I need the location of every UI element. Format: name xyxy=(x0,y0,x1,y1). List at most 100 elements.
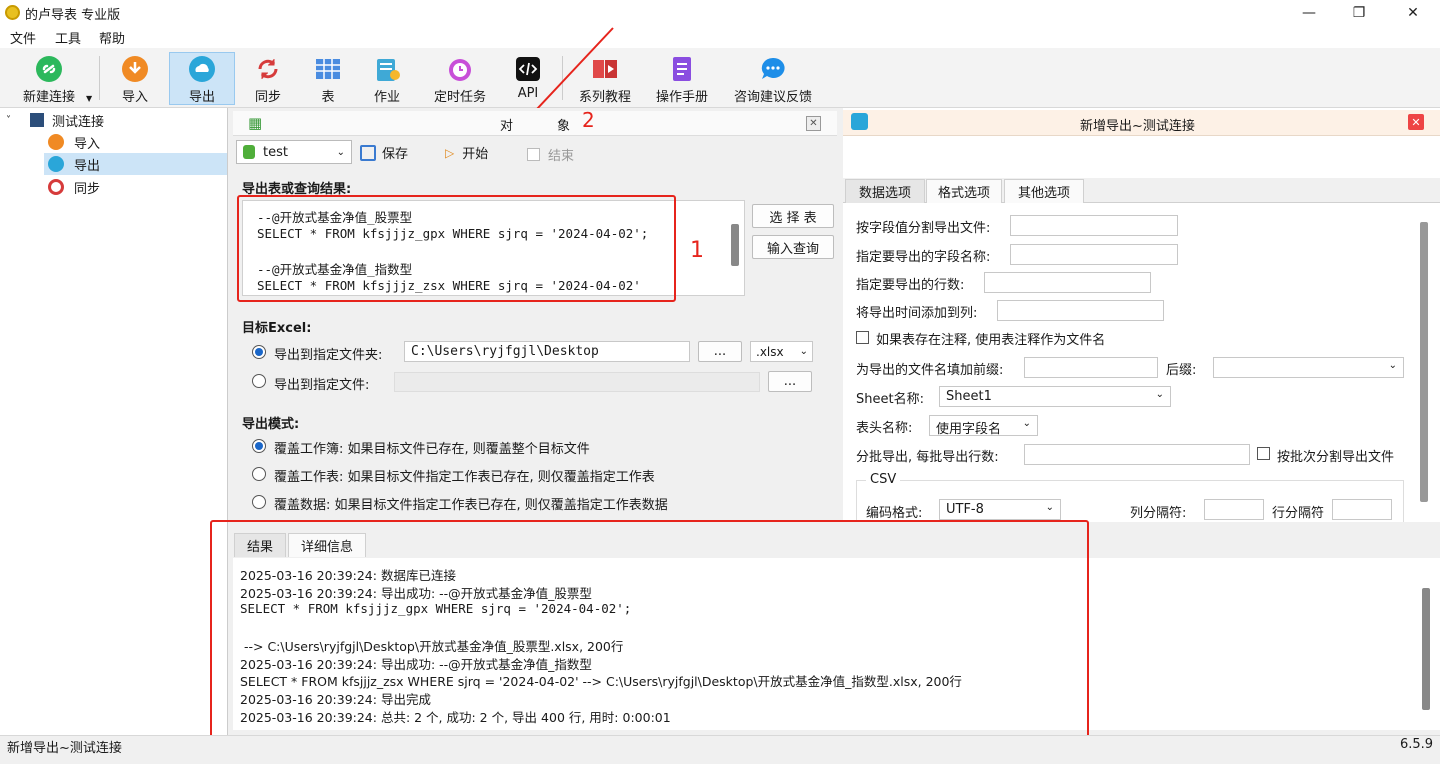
close-tab-icon[interactable]: ✕ xyxy=(806,116,821,131)
tree-item-import[interactable]: 导入 xyxy=(48,131,100,153)
log-scrollbar[interactable] xyxy=(1422,588,1430,710)
suffix-select[interactable]: ⌄ xyxy=(1213,357,1404,378)
overwrite-data-radio[interactable] xyxy=(252,495,266,509)
overwrite-workbook-label: 覆盖工作簿: 如果目标文件已存在, 则覆盖整个目标文件 xyxy=(274,442,590,457)
batch-split-label: 按批次分割导出文件 xyxy=(1277,450,1395,465)
dropdown-arrow-icon[interactable]: ▼ xyxy=(86,94,92,103)
export-to-folder-label: 导出到指定文件夹: xyxy=(274,348,383,363)
fields-input[interactable] xyxy=(1010,244,1178,265)
import-button[interactable]: 导入 xyxy=(106,52,164,105)
folder-path-input[interactable]: C:\Users\ryjfgjl\Desktop xyxy=(404,341,690,362)
export-cloud-icon xyxy=(188,55,216,83)
annotation-box-2 xyxy=(210,520,1089,743)
column-separator-input[interactable] xyxy=(1204,499,1264,520)
feedback-button[interactable]: 咨询建议反馈 xyxy=(728,52,818,105)
object-panel-header xyxy=(233,111,837,136)
job-icon xyxy=(373,55,401,83)
menu-tools[interactable]: 工具 xyxy=(55,28,81,47)
sync-button[interactable]: 同步 xyxy=(238,52,298,105)
export-button[interactable]: 导出 xyxy=(170,52,234,105)
overwrite-sheet-label: 覆盖工作表: 如果目标文件指定工作表已存在, 则仅覆盖指定工作表 xyxy=(274,470,655,485)
row-separator-input[interactable] xyxy=(1332,499,1392,520)
title-bar xyxy=(0,0,1440,26)
new-connection-button[interactable]: 新建连接 xyxy=(16,52,82,105)
file-extension-select[interactable]: .xlsx ⌄ xyxy=(750,341,813,362)
menu-help[interactable]: 帮助 xyxy=(99,28,125,47)
job-button[interactable]: 作业 xyxy=(358,52,416,105)
batch-split-checkbox[interactable] xyxy=(1257,447,1270,460)
connection-tree xyxy=(0,108,228,735)
batch-rows-input[interactable] xyxy=(1024,444,1250,465)
object-title-left: 对 xyxy=(500,119,514,134)
table-button[interactable]: 表 xyxy=(300,52,356,105)
add-time-column-label: 将导出时间添加到列: xyxy=(856,306,978,321)
file-path-input[interactable] xyxy=(394,372,760,392)
clock-icon xyxy=(446,55,474,83)
collapse-chevron-icon[interactable]: ˅ xyxy=(6,115,26,126)
chat-bubble-icon xyxy=(759,55,787,83)
sheet-name-select[interactable]: Sheet1 ⌄ xyxy=(939,386,1171,407)
overwrite-sheet-radio[interactable] xyxy=(252,467,266,481)
export-mode-label: 导出模式: xyxy=(242,417,300,432)
sync-icon xyxy=(48,179,64,195)
manual-button[interactable]: 操作手册 xyxy=(648,52,716,105)
suffix-label: 后缀: xyxy=(1166,363,1197,378)
prefix-input[interactable] xyxy=(1024,357,1158,378)
save-button[interactable]: 保存 xyxy=(360,143,408,162)
export-to-folder-radio[interactable] xyxy=(252,345,266,359)
editor-scrollbar[interactable] xyxy=(731,224,739,266)
input-query-button[interactable]: 输入查询 xyxy=(752,235,834,259)
menu-file[interactable]: 文件 xyxy=(10,28,36,47)
close-panel-icon[interactable]: ✕ xyxy=(1408,114,1424,130)
use-comment-label: 如果表存在注释, 使用表注释作为文件名 xyxy=(876,333,1106,348)
export-to-file-radio[interactable] xyxy=(252,374,266,388)
tree-item-export[interactable]: 导出 xyxy=(48,153,100,175)
minimize-button[interactable]: — xyxy=(1294,2,1324,24)
batch-rows-label: 分批导出, 每批导出行数: xyxy=(856,450,999,465)
window-title: 的卢导表 专业版 xyxy=(25,8,121,23)
prefix-label: 为导出的文件名填加前缀: xyxy=(856,363,1004,378)
end-checkbox[interactable] xyxy=(527,148,540,161)
overwrite-data-label: 覆盖数据: 如果目标文件指定工作表已存在, 则仅覆盖指定工作表数据 xyxy=(274,498,668,513)
export-cloud-icon xyxy=(851,113,868,130)
save-disk-icon xyxy=(360,144,376,161)
overwrite-workbook-radio[interactable] xyxy=(252,439,266,453)
select-table-button[interactable]: 选 择 表 xyxy=(752,204,834,228)
menu-bar xyxy=(0,26,1440,48)
close-window-button[interactable]: ✕ xyxy=(1398,2,1428,24)
annotation-marker-2: 2 xyxy=(582,108,595,132)
chevron-down-icon: ⌄ xyxy=(1045,502,1054,513)
split-by-field-input[interactable] xyxy=(1010,215,1178,236)
add-time-column-input[interactable] xyxy=(997,300,1164,321)
version-label: 6.5.9 xyxy=(1400,737,1434,752)
import-icon xyxy=(121,55,149,83)
tab-data-options[interactable]: 数据选项 xyxy=(845,179,925,203)
tab-format-options[interactable]: 格式选项 xyxy=(926,179,1002,203)
end-button[interactable]: 结束 xyxy=(527,145,574,164)
maximize-button[interactable]: ❐ xyxy=(1344,2,1374,24)
connection-icon xyxy=(30,113,44,127)
use-comment-checkbox[interactable] xyxy=(856,331,869,344)
tree-item-test-connection[interactable]: ˅ 测试连接 xyxy=(6,109,226,131)
tab-other-options[interactable]: 其他选项 xyxy=(1004,179,1084,203)
start-button[interactable]: ▷ 开始 xyxy=(445,143,488,163)
encoding-label: 编码格式: xyxy=(866,506,923,521)
tree-item-sync[interactable]: 同步 xyxy=(48,176,100,198)
encoding-select[interactable]: UTF-8 ⌄ xyxy=(939,499,1061,520)
rows-label: 指定要导出的行数: xyxy=(856,278,965,293)
play-icon: ▷ xyxy=(445,145,455,160)
annotation-marker-1: 1 xyxy=(690,238,704,263)
row-separator-label: 行分隔符 xyxy=(1272,506,1325,521)
status-bar xyxy=(0,735,1440,757)
header-name-select[interactable]: 使用字段名 ⌄ xyxy=(929,415,1038,436)
options-scrollbar[interactable] xyxy=(1420,222,1428,502)
chevron-down-icon: ⌄ xyxy=(799,346,808,357)
export-form-panel xyxy=(233,108,837,522)
target-excel-label: 目标Excel: xyxy=(242,321,312,336)
chevron-down-icon: ⌄ xyxy=(1155,389,1164,400)
rows-input[interactable] xyxy=(984,272,1151,293)
browse-file-button[interactable]: ... xyxy=(768,371,812,392)
table-icon xyxy=(314,55,342,83)
browse-folder-button[interactable]: ... xyxy=(698,341,742,362)
database-select[interactable]: test ⌄ xyxy=(236,140,352,164)
